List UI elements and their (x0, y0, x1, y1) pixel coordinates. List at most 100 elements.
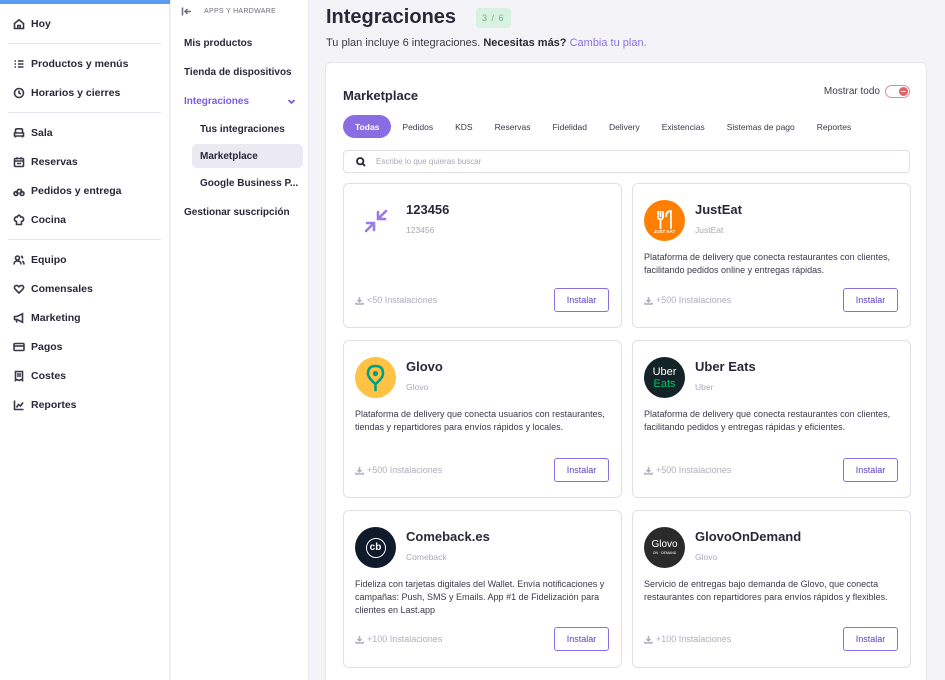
nav-item-reservas[interactable]: Reservas (8, 147, 161, 176)
integration-card-comeback[interactable]: cb Comeback.es Comeback Fideliza con tar… (343, 510, 622, 668)
card-name: Glovo (406, 359, 443, 374)
page-title: Integraciones (326, 6, 457, 28)
nav-item-hoy[interactable]: Hoy (8, 9, 161, 38)
nav-label: Hoy (31, 17, 51, 30)
integration-count-badge: 3 / 6 (476, 7, 511, 28)
nav-label: Comensales (31, 282, 93, 295)
download-icon (644, 466, 653, 475)
card-installs: <50 Instalaciones (355, 295, 437, 305)
armchair-icon (13, 127, 25, 137)
calendar-icon (13, 156, 25, 167)
card-name: JustEat (695, 202, 742, 217)
subnav-header-label: APPS Y HARDWARE (204, 7, 277, 15)
card-name: GlovoOnDemand (695, 529, 802, 544)
megaphone-icon (13, 312, 24, 323)
nav-item-reportes[interactable]: Reportes (8, 390, 161, 419)
card-subtitle: JustEat (695, 225, 724, 235)
install-button[interactable]: Instalar (843, 627, 898, 651)
chevron-down-icon (287, 99, 296, 105)
subnav-tus-integraciones[interactable]: Tus integraciones (192, 117, 303, 141)
nav-item-pedidos[interactable]: Pedidos y entrega (8, 176, 161, 205)
card-logo: JUST EAT (644, 200, 685, 241)
download-icon (355, 635, 364, 644)
receipt-icon (14, 370, 24, 382)
tab-sistemas-de-pago[interactable]: Sistemas de pago (716, 115, 806, 138)
card-description: Plataforma de delivery que conecta usuar… (355, 409, 605, 432)
chef-hat-icon (13, 213, 25, 225)
tab-pedidos[interactable]: Pedidos (391, 115, 444, 138)
category-tabs: Todas Pedidos KDS Reservas Fidelidad Del… (343, 115, 862, 138)
secondary-sidebar: APPS Y HARDWARE Mis productos Tienda de … (171, 0, 309, 680)
marketplace-panel: Marketplace Mostrar todo Todas Pedidos K… (325, 62, 927, 680)
nav-label: Reportes (31, 398, 77, 411)
search-box (343, 150, 910, 173)
integration-card-glovo[interactable]: Glovo Glovo Plataforma de delivery que c… (343, 340, 622, 498)
nav-item-cocina[interactable]: Cocina (8, 205, 161, 234)
change-plan-link[interactable]: Cambia tu plan. (570, 37, 647, 49)
card-installs: +100 Instalaciones (355, 634, 442, 644)
glovo-pin-icon (366, 364, 385, 392)
install-button[interactable]: Instalar (843, 458, 898, 482)
show-all-toggle[interactable] (885, 85, 910, 98)
tab-reportes[interactable]: Reportes (806, 115, 863, 138)
card-installs-text: +100 Instalaciones (656, 634, 732, 644)
comeback-logo-text: cb (365, 537, 386, 558)
subnav-gestionar[interactable]: Gestionar suscripción (171, 198, 308, 227)
card-name: 123456 (406, 202, 450, 217)
card-name: Comeback.es (406, 529, 490, 544)
integration-card-glovoondemand[interactable]: Glovo ON · DEMAND GlovoOnDemand Glovo Se… (632, 510, 911, 668)
card-installs: +500 Instalaciones (644, 465, 731, 475)
search-icon (356, 156, 366, 167)
home-icon (13, 18, 25, 29)
card-subtitle: Comeback (406, 552, 447, 562)
card-installs-text: +100 Instalaciones (367, 634, 443, 644)
subnav-marketplace[interactable]: Marketplace (192, 144, 303, 168)
integration-card-uber-eats[interactable]: Uber Eats Uber Eats Uber Plataforma de d… (632, 340, 911, 498)
nav-item-equipo[interactable]: Equipo (8, 245, 161, 274)
card-description: Plataforma de delivery que conecta resta… (644, 252, 891, 275)
collapse-icon[interactable] (181, 6, 192, 17)
nav-item-costes[interactable]: Costes (8, 361, 161, 390)
eats-logo-text: Eats (653, 377, 676, 390)
subnav-google-business[interactable]: Google Business P... (192, 171, 303, 195)
card-description: Plataforma de delivery que conecta resta… (644, 409, 891, 432)
card-installs-text: +500 Instalaciones (656, 465, 732, 475)
tab-fidelidad[interactable]: Fidelidad (542, 115, 599, 138)
subnav-integraciones[interactable]: Integraciones (171, 87, 308, 116)
nav-item-pagos[interactable]: Pagos (8, 332, 161, 361)
show-all-label: Mostrar todo (823, 86, 880, 97)
card-subtitle: 123456 (406, 225, 435, 235)
nav-item-marketing[interactable]: Marketing (8, 303, 161, 332)
tab-reservas[interactable]: Reservas (484, 115, 542, 138)
nav-item-productos[interactable]: Productos y menús (8, 49, 161, 78)
tab-delivery[interactable]: Delivery (598, 115, 651, 138)
install-button[interactable]: Instalar (554, 458, 609, 482)
integration-card-justeat[interactable]: JUST EAT JustEat JustEat Plataforma de d… (632, 183, 911, 328)
card-name: Uber Eats (695, 359, 756, 374)
marketplace-title: Marketplace (343, 88, 419, 103)
download-icon (644, 635, 653, 644)
subnav-tienda[interactable]: Tienda de dispositivos (171, 58, 308, 87)
integration-card-123456[interactable]: 123456 123456 <50 Instalaciones Instalar (343, 183, 622, 328)
nav-label: Pagos (31, 340, 63, 353)
tab-todas[interactable]: Todas (343, 115, 392, 138)
card-logo: cb (355, 527, 396, 568)
nav-item-comensales[interactable]: Comensales (8, 274, 161, 303)
card-installs-text: +500 Instalaciones (367, 465, 443, 475)
tab-existencias[interactable]: Existencias (651, 115, 716, 138)
tab-kds[interactable]: KDS (444, 115, 483, 138)
nav-label: Equipo (31, 253, 67, 266)
card-description: Fideliza con tarjetas digitales del Wall… (355, 579, 605, 615)
card-logo: Uber Eats (644, 357, 685, 398)
nav-item-horarios[interactable]: Horarios y cierres (8, 78, 161, 107)
download-icon (355, 296, 364, 305)
search-input[interactable] (376, 157, 896, 166)
card-subtitle: Uber (695, 382, 714, 392)
subnav-mis-productos[interactable]: Mis productos (171, 29, 308, 58)
nav-label: Pedidos y entrega (31, 184, 122, 197)
install-button[interactable]: Instalar (843, 288, 898, 312)
install-button[interactable]: Instalar (554, 288, 609, 312)
install-button[interactable]: Instalar (554, 627, 609, 651)
nav-item-sala[interactable]: Sala (8, 118, 161, 147)
title-row: Integraciones 3 / 6 (326, 6, 511, 29)
